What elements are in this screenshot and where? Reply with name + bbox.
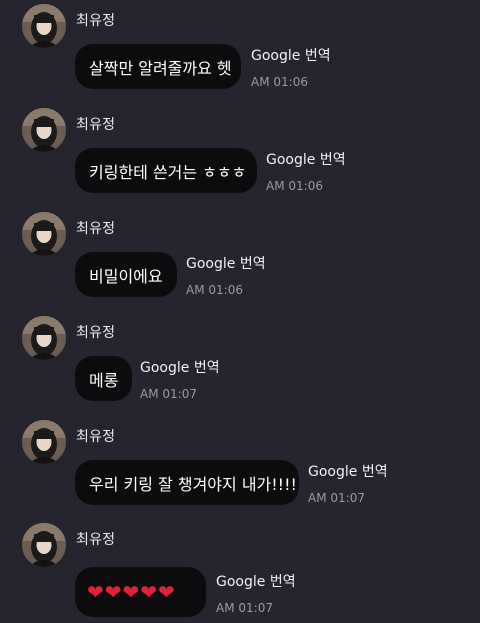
message-bubble[interactable]: 키링한테 쓴거는 ㅎㅎㅎ xyxy=(75,148,257,193)
avatar[interactable] xyxy=(22,4,66,48)
message-timestamp: AM 01:07 xyxy=(216,601,273,615)
sender-name: 최유정 xyxy=(76,429,116,445)
message-group: 최유정 살짝만 알려줄까요 헷 Google 번역 AM 01:06 xyxy=(0,0,480,104)
google-translate-link[interactable]: Google 번역 xyxy=(216,571,296,591)
google-translate-link[interactable]: Google 번역 xyxy=(308,461,388,481)
message-group: 최유정 키링한테 쓴거는 ㅎㅎㅎ Google 번역 AM 01:06 xyxy=(0,104,480,208)
message-bubble[interactable]: ❤❤❤❤❤ xyxy=(75,567,206,617)
message-group: 최유정 우리 키링 잘 챙겨야지 내가!!!! Google 번역 AM 01:… xyxy=(0,416,480,520)
avatar[interactable] xyxy=(22,316,66,360)
message-bubble[interactable]: 우리 키링 잘 챙겨야지 내가!!!! xyxy=(75,460,299,505)
avatar[interactable] xyxy=(22,523,66,567)
message-group: 최유정 메롱 Google 번역 AM 01:07 xyxy=(0,312,480,416)
message-timestamp: AM 01:06 xyxy=(266,179,323,193)
sender-name: 최유정 xyxy=(76,13,116,29)
avatar[interactable] xyxy=(22,108,66,152)
message-group: 최유정 비밀이에요 Google 번역 AM 01:06 xyxy=(0,208,480,312)
message-timestamp: AM 01:06 xyxy=(251,75,308,89)
avatar-photo-icon xyxy=(22,420,66,464)
message-timestamp: AM 01:06 xyxy=(186,283,243,297)
message-timestamp: AM 01:07 xyxy=(308,491,365,505)
google-translate-link[interactable]: Google 번역 xyxy=(251,45,331,65)
message-bubble[interactable]: 메롱 xyxy=(75,356,132,401)
avatar[interactable] xyxy=(22,212,66,256)
sender-name: 최유정 xyxy=(76,117,116,133)
google-translate-link[interactable]: Google 번역 xyxy=(186,253,266,273)
avatar-photo-icon xyxy=(22,523,66,567)
google-translate-link[interactable]: Google 번역 xyxy=(266,149,346,169)
chat-log: 최유정 살짝만 알려줄까요 헷 Google 번역 AM 01:06 최유정 키… xyxy=(0,0,480,621)
avatar-photo-icon xyxy=(22,316,66,360)
message-bubble[interactable]: 비밀이에요 xyxy=(75,252,177,297)
sender-name: 최유정 xyxy=(76,221,116,237)
message-timestamp: AM 01:07 xyxy=(140,387,197,401)
avatar-photo-icon xyxy=(22,108,66,152)
message-bubble[interactable]: 살짝만 알려줄까요 헷 xyxy=(75,44,241,89)
google-translate-link[interactable]: Google 번역 xyxy=(140,357,220,377)
avatar-photo-icon xyxy=(22,212,66,256)
message-group: 최유정 ❤❤❤❤❤ Google 번역 AM 01:07 xyxy=(0,519,480,623)
sender-name: 최유정 xyxy=(76,325,116,341)
sender-name: 최유정 xyxy=(76,532,116,548)
avatar[interactable] xyxy=(22,420,66,464)
avatar-photo-icon xyxy=(22,4,66,48)
